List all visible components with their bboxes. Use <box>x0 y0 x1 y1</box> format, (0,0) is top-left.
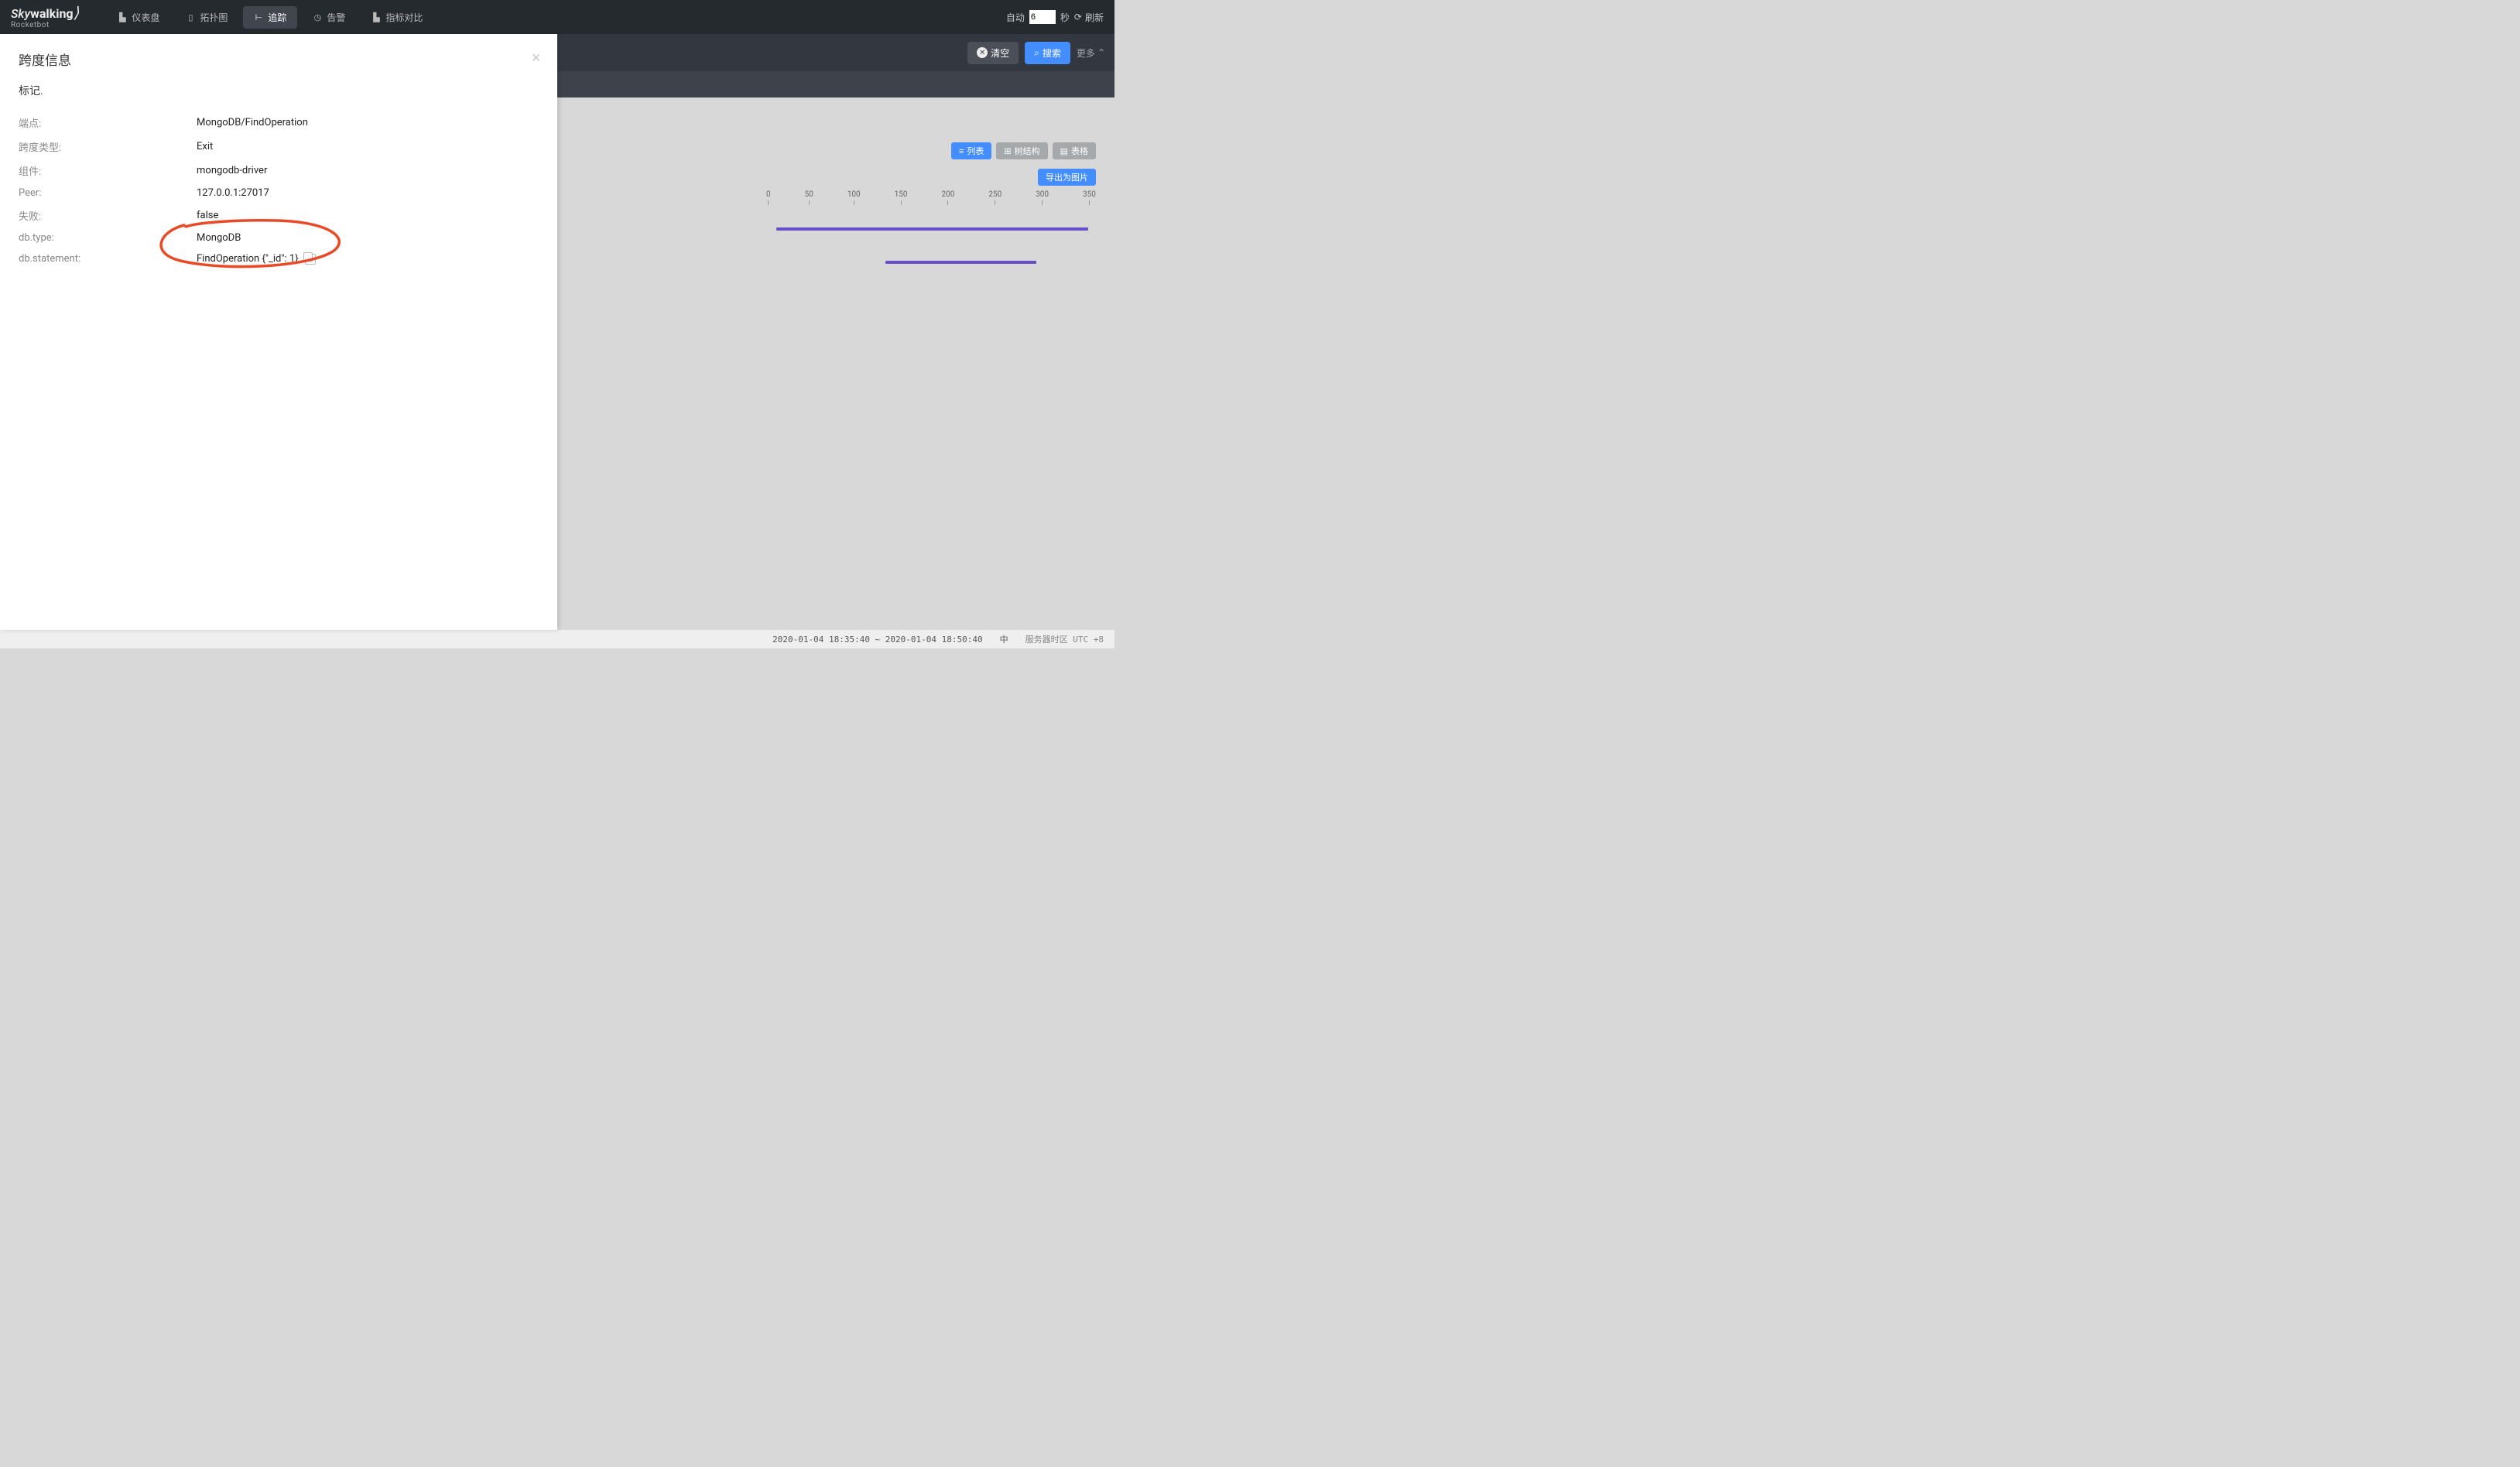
detail-key: db.type: <box>19 232 197 244</box>
chevron-up-icon: ⌃ <box>1097 47 1105 58</box>
detail-value: Exit <box>197 139 213 154</box>
close-circle-icon: ✕ <box>977 47 988 58</box>
detail-value: mongodb-driver <box>197 163 267 178</box>
tick: 100 <box>847 190 861 205</box>
top-nav: Skywalking⟩ Rocketbot ▙ 仪表盘 ▯ 拓扑图 ⊢ 追踪 ◷ 告警 … <box>0 0 1114 34</box>
trace-icon: ⊢ <box>254 12 263 22</box>
tree-icon: ⊞ <box>1004 146 1011 156</box>
span-info-panel: × 跨度信息 标记. 端点: MongoDB/FindOperation 跨度类… <box>0 34 557 630</box>
panel-title: 跨度信息 <box>19 50 539 69</box>
detail-key: Peer: <box>19 187 197 199</box>
tick: 150 <box>895 190 908 205</box>
view-tabs: ≡列表 ⊞ 树结构 ▤表格 <box>951 142 1096 159</box>
nav-topology[interactable]: ▯ 拓扑图 <box>175 6 238 29</box>
status-bar: 2020-01-04 18:35:40 ~ 2020-01-04 18:50:4… <box>0 630 1114 648</box>
export-label: 导出为图片 <box>1046 173 1088 183</box>
tick-label: 150 <box>895 190 908 199</box>
clear-label: 清空 <box>991 46 1009 60</box>
clear-button[interactable]: ✕ 清空 <box>967 42 1019 64</box>
nav-label: 指标对比 <box>385 11 423 24</box>
tick-label: 50 <box>805 190 813 199</box>
logo-text: Skywalking⟩ <box>11 5 79 20</box>
topology-icon: ▯ <box>186 12 195 22</box>
topnav-right: 自动 秒 ⟳ 刷新 <box>1006 10 1104 24</box>
compare-icon: ▙ <box>371 12 381 22</box>
nav-compare[interactable]: ▙ 指标对比 <box>361 6 433 29</box>
search-label: 搜索 <box>1043 46 1061 60</box>
detail-row: 失败: false <box>19 203 539 227</box>
copy-icon[interactable] <box>305 254 316 265</box>
locale[interactable]: 中 <box>1000 633 1008 645</box>
detail-key: db.statement: <box>19 253 197 265</box>
search-button[interactable]: ⌕ 搜索 <box>1025 42 1070 64</box>
logo-subtitle: Rocketbot <box>11 22 79 29</box>
tick-label: 0 <box>766 190 771 199</box>
nav-label: 仪表盘 <box>132 11 159 24</box>
export-button[interactable]: 导出为图片 <box>1038 169 1096 186</box>
interval-input[interactable] <box>1029 10 1056 24</box>
detail-value: FindOperation {"_id": 1} <box>197 253 316 265</box>
nav-label: 追踪 <box>268 11 286 24</box>
detail-key: 跨度类型: <box>19 139 197 154</box>
detail-row: 端点: MongoDB/FindOperation <box>19 111 539 135</box>
span-bar[interactable] <box>885 261 1036 264</box>
chart-icon: ▙ <box>118 12 127 22</box>
tick: 200 <box>942 190 955 205</box>
detail-value: MongoDB <box>197 232 241 244</box>
alarm-icon: ◷ <box>313 12 322 22</box>
search-icon: ⌕ <box>1034 47 1039 59</box>
detail-key: 端点: <box>19 115 197 130</box>
view-label: 树结构 <box>1015 145 1040 157</box>
detail-value: false <box>197 208 218 223</box>
nav-label: 拓扑图 <box>200 11 228 24</box>
detail-row: db.type: MongoDB <box>19 227 539 248</box>
tick-label: 250 <box>988 190 1001 199</box>
logo: Skywalking⟩ Rocketbot <box>11 5 79 29</box>
detail-row: db.statement: FindOperation {"_id": 1} <box>19 248 539 269</box>
refresh-label: 刷新 <box>1085 11 1104 24</box>
detail-row: 组件: mongodb-driver <box>19 159 539 183</box>
more-label: 更多 <box>1077 46 1095 60</box>
more-toggle[interactable]: 更多 ⌃ <box>1077 46 1105 60</box>
timezone: 服务器时区 UTC +8 <box>1025 633 1104 645</box>
nav-items: ▙ 仪表盘 ▯ 拓扑图 ⊢ 追踪 ◷ 告警 ▙ 指标对比 <box>107 6 433 29</box>
db-statement: FindOperation {"_id": 1} <box>197 253 299 265</box>
list-icon: ≡ <box>959 146 964 156</box>
tick-label: 350 <box>1083 190 1096 199</box>
auto-label: 自动 <box>1006 11 1025 24</box>
nav-label: 告警 <box>327 11 345 24</box>
refresh-icon: ⟳ <box>1074 12 1082 22</box>
view-table[interactable]: ▤表格 <box>1053 142 1096 159</box>
nav-dashboard[interactable]: ▙ 仪表盘 <box>107 6 170 29</box>
table-icon: ▤ <box>1060 146 1068 156</box>
view-tree[interactable]: ⊞ 树结构 <box>996 142 1047 159</box>
span-bar[interactable] <box>776 227 1088 231</box>
close-button[interactable]: × <box>532 50 540 65</box>
nav-alarm[interactable]: ◷ 告警 <box>302 6 356 29</box>
tick: 50 <box>805 190 813 205</box>
tick: 300 <box>1036 190 1049 205</box>
tick: 0 <box>766 190 771 205</box>
tick-label: 200 <box>942 190 955 199</box>
view-label: 表格 <box>1071 145 1088 157</box>
detail-value: MongoDB/FindOperation <box>197 115 308 130</box>
tick-label: 100 <box>847 190 861 199</box>
detail-key: 组件: <box>19 163 197 178</box>
tick-label: 300 <box>1036 190 1049 199</box>
detail-row: 跨度类型: Exit <box>19 135 539 159</box>
tick: 250 <box>988 190 1001 205</box>
detail-key: 失败: <box>19 208 197 223</box>
section-label: 标记. <box>19 83 539 98</box>
unit-label: 秒 <box>1060 11 1070 24</box>
timeline-axis: 0 50 100 150 200 250 300 350 <box>766 190 1096 205</box>
detail-row: Peer: 127.0.0.1:27017 <box>19 183 539 203</box>
view-list[interactable]: ≡列表 <box>951 142 991 159</box>
detail-value: 127.0.0.1:27017 <box>197 187 269 199</box>
refresh-button[interactable]: ⟳ 刷新 <box>1074 11 1104 24</box>
view-label: 列表 <box>967 145 984 157</box>
tick: 350 <box>1083 190 1096 205</box>
time-range[interactable]: 2020-01-04 18:35:40 ~ 2020-01-04 18:50:4… <box>772 634 983 645</box>
nav-trace[interactable]: ⊢ 追踪 <box>243 6 297 29</box>
